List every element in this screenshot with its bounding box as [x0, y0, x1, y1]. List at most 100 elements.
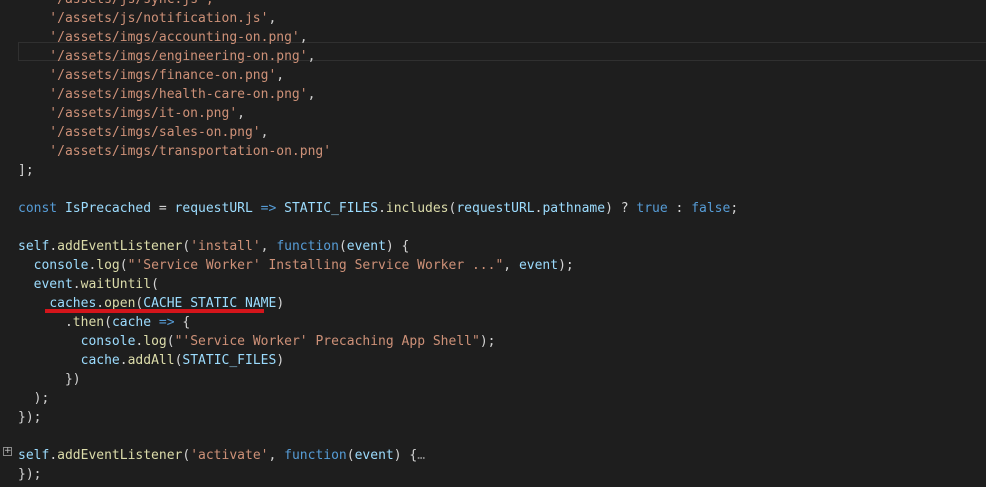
code-line[interactable]: ];	[18, 161, 34, 180]
code-token: '/assets/imgs/sales-on.png'	[18, 125, 261, 140]
code-line[interactable]: );	[18, 389, 50, 408]
code-line[interactable]: '/assets/imgs/engineering-on.png',	[18, 47, 315, 66]
code-token: 'install'	[190, 239, 261, 254]
code-token: });	[18, 410, 42, 425]
code-token: :	[667, 201, 692, 216]
code-token: cache	[80, 353, 120, 368]
code-token: .	[72, 277, 81, 292]
code-token: console	[33, 258, 89, 273]
code-token: ) {	[393, 448, 418, 463]
code-token: ,	[299, 30, 308, 45]
code-token: event	[518, 258, 559, 273]
code-token: then	[72, 315, 105, 330]
code-token: ) ?	[605, 201, 637, 216]
code-token: =	[151, 201, 175, 216]
code-line[interactable]: self.addEventListener ('install', functio…	[18, 237, 409, 256]
code-token: '/assets/js/syn	[18, 0, 166, 7]
code-token: requestURL	[174, 201, 253, 216]
code-token: addAll	[127, 353, 175, 368]
code-token: (	[346, 448, 355, 463]
code-token: addEventListener	[57, 448, 183, 463]
code-token: ,	[268, 448, 285, 463]
code-token: ;	[730, 201, 739, 216]
code-line[interactable]: '/assets/js/notification.js',	[18, 9, 276, 28]
code-token: self	[18, 239, 50, 254]
code-token: =>	[260, 201, 277, 216]
code-line[interactable]: '/assets/imgs/finance-on.png',	[18, 66, 284, 85]
code-line[interactable]: '/assets/imgs/health-care-on.png',	[18, 85, 315, 104]
code-token: includes	[385, 201, 449, 216]
code-line[interactable]: '/assets/imgs/it-on.png',	[18, 104, 245, 123]
code-token: cache	[111, 315, 152, 330]
code-token: STATIC_FILES	[182, 353, 277, 368]
code-line[interactable]: event.waitUntil(	[18, 275, 159, 294]
code-token: "'Service Worker' Precaching App Shell"	[174, 334, 480, 349]
code-token: ,	[276, 68, 285, 83]
code-token: .	[49, 448, 58, 463]
code-line[interactable]: .then(cache => {	[18, 313, 190, 332]
code-token: '/assets/imgs/it-on.png'	[18, 106, 238, 121]
code-line[interactable]: });	[18, 408, 41, 427]
red-underline-annotation	[45, 309, 264, 313]
code-token: })	[18, 372, 81, 387]
code-token: (	[151, 277, 159, 292]
code-token: ,	[503, 258, 519, 273]
code-token: waitUntil	[80, 277, 152, 292]
code-line[interactable]: console.log("'Service Worker' Precaching…	[18, 332, 496, 351]
code-token: });	[18, 467, 42, 482]
code-token: requestURL	[456, 201, 535, 216]
code-token: ) {	[385, 239, 410, 254]
code-token: log	[96, 258, 120, 273]
code-token: true	[636, 201, 668, 216]
code-token: .	[49, 239, 58, 254]
code-token: addEventListener	[57, 239, 183, 254]
code-token: (	[119, 258, 128, 273]
code-token: )	[276, 353, 285, 368]
code-token: console	[80, 334, 136, 349]
code-line[interactable]: '/assets/js/sync.js',	[18, 0, 214, 9]
code-token: ,	[260, 239, 277, 254]
code-token: '/assets/imgs/transportation-on.png'	[18, 144, 332, 159]
code-line[interactable]: self.addEventListener ('activate', functi…	[18, 446, 425, 465]
code-token: c.js',	[167, 0, 214, 7]
code-token: .	[119, 353, 128, 368]
code-token: "'Service Worker' Installing Service Wor…	[127, 258, 504, 273]
code-token: pathname	[542, 201, 606, 216]
code-token: (	[104, 315, 112, 330]
code-token: '/assets/imgs/accounting-on.png'	[18, 30, 300, 45]
code-token: );	[479, 334, 496, 349]
code-line[interactable]: })	[18, 370, 81, 389]
code-token: {	[174, 315, 191, 330]
code-token: )	[276, 296, 285, 311]
code-token: (	[166, 334, 175, 349]
code-token: event	[346, 239, 386, 254]
code-token: event	[33, 277, 73, 292]
code-line[interactable]: const IsPrecached = requestURL => STATIC…	[18, 199, 738, 218]
code-line[interactable]: '/assets/imgs/transportation-on.png'	[18, 142, 331, 161]
code-line[interactable]: '/assets/imgs/accounting-on.png',	[18, 28, 308, 47]
code-token: );	[18, 391, 50, 406]
fold-expand-icon[interactable]: +	[3, 447, 12, 456]
code-token: const	[18, 201, 58, 216]
code-token: ,	[307, 49, 316, 64]
code-line[interactable]: });	[18, 465, 41, 484]
code-line[interactable]: '/assets/imgs/sales-on.png',	[18, 123, 268, 142]
code-editor[interactable]: '/assets/js/sync.js', '/assets/js/notifi…	[0, 0, 986, 487]
code-token: STATIC_FILES	[284, 201, 379, 216]
code-token: '/assets/imgs/finance-on.png'	[18, 68, 277, 83]
code-token: ,	[268, 11, 277, 26]
code-token: );	[558, 258, 574, 273]
code-token: =>	[158, 315, 175, 330]
code-token: event	[354, 448, 394, 463]
code-token: ,	[260, 125, 269, 140]
code-line[interactable]: cache.addAll(STATIC_FILES)	[18, 351, 285, 370]
code-token: .	[18, 315, 73, 330]
code-token: false	[691, 201, 731, 216]
code-line[interactable]: console.log("'Service Worker' Installing…	[18, 256, 574, 275]
code-token: ];	[18, 163, 34, 178]
code-token: IsPrecached	[64, 201, 152, 216]
